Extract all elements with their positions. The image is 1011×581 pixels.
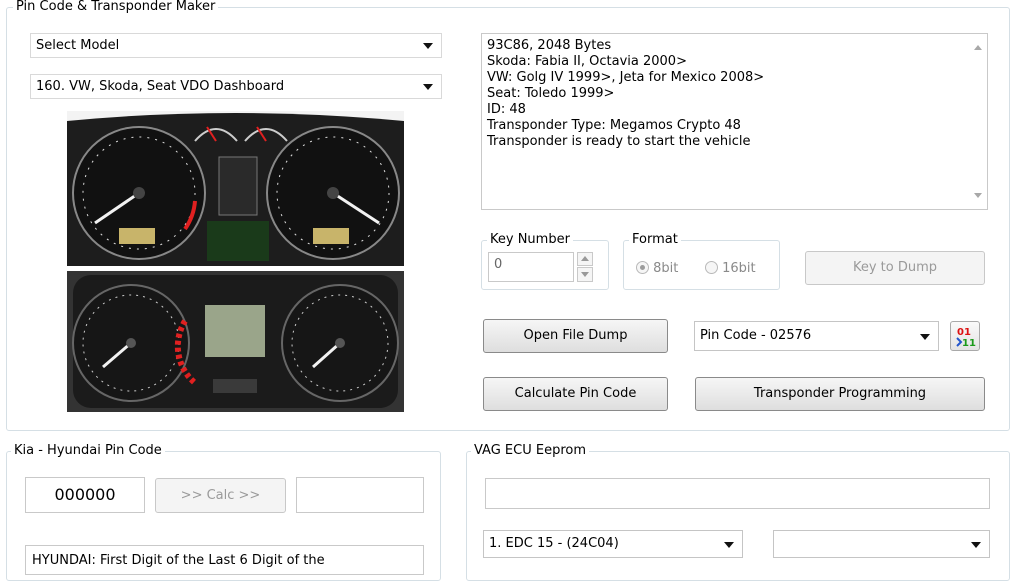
info-line: Transponder is ready to start the vehicl… bbox=[487, 134, 751, 149]
chevron-down-icon bbox=[920, 334, 930, 340]
key-to-dump-button[interactable]: Key to Dump bbox=[805, 251, 985, 285]
vag-ecu-model-dropdown[interactable]: 1. EDC 15 - (24C04) bbox=[483, 530, 743, 558]
open-file-dump-button[interactable]: Open File Dump bbox=[483, 319, 668, 353]
pin-transponder-title: Pin Code & Transponder Maker bbox=[13, 0, 219, 15]
dashboard-photo-bottom bbox=[67, 271, 404, 412]
memo-scrollbar[interactable] bbox=[969, 35, 986, 208]
info-line: Skoda: Fabia II, Octavia 2000> bbox=[487, 54, 687, 69]
dashboard-photo-top bbox=[67, 111, 404, 266]
kia-note-textarea[interactable]: HYUNDAI: First Digit of the Last 6 Digit… bbox=[25, 545, 424, 575]
binary-icon-top-text: 01 bbox=[957, 327, 971, 338]
calculate-pin-code-button[interactable]: Calculate Pin Code bbox=[483, 377, 668, 411]
vag-ecu-second-dropdown[interactable] bbox=[773, 530, 990, 558]
format-8bit-radio[interactable]: 8bit bbox=[636, 261, 678, 276]
kia-note-text: HYUNDAI: First Digit of the Last 6 Digit… bbox=[32, 553, 325, 568]
radio-unchecked-icon bbox=[705, 261, 718, 274]
binary-tool-button[interactable]: 01 11 bbox=[950, 321, 980, 351]
vag-ecu-title: VAG ECU Eeprom bbox=[471, 443, 590, 459]
format-8bit-label: 8bit bbox=[653, 261, 679, 276]
chevron-down-icon bbox=[724, 542, 734, 548]
vag-ecu-model-value: 1. EDC 15 - (24C04) bbox=[489, 536, 619, 551]
chevron-down-icon bbox=[423, 43, 433, 49]
radio-checked-icon bbox=[636, 261, 649, 274]
spin-down-icon bbox=[581, 272, 589, 277]
kia-calc-button[interactable]: >> Calc >> bbox=[155, 478, 286, 513]
kia-code-input[interactable]: 000000 bbox=[25, 477, 145, 513]
kia-result-input[interactable] bbox=[296, 477, 424, 513]
key-number-input[interactable]: 0 bbox=[488, 252, 574, 282]
key-number-label: Key Number bbox=[487, 232, 573, 248]
dashboard-model-dropdown[interactable]: 160. VW, Skoda, Seat VDO Dashboard bbox=[30, 74, 442, 99]
key-number-spin-up[interactable] bbox=[577, 252, 593, 266]
binary-icon-bottom-text: 11 bbox=[962, 338, 976, 349]
key-number-spin-down[interactable] bbox=[577, 267, 593, 282]
select-model-value: Select Model bbox=[36, 38, 120, 53]
chevron-down-icon bbox=[423, 84, 433, 90]
format-label: Format bbox=[629, 232, 681, 248]
scroll-down-icon[interactable] bbox=[974, 193, 982, 198]
key-number-value: 0 bbox=[494, 257, 503, 272]
kia-code-value: 000000 bbox=[54, 485, 116, 504]
info-line: ID: 48 bbox=[487, 102, 526, 117]
info-line: Seat: Toledo 1999> bbox=[487, 86, 615, 101]
chevron-down-icon bbox=[971, 542, 981, 548]
transponder-programming-button[interactable]: Transponder Programming bbox=[695, 377, 985, 411]
model-info-textarea[interactable]: 93C86, 2048 Bytes Skoda: Fabia II, Octav… bbox=[481, 33, 988, 210]
kia-hyundai-title: Kia - Hyundai Pin Code bbox=[11, 443, 165, 459]
dashboard-model-value: 160. VW, Skoda, Seat VDO Dashboard bbox=[36, 79, 285, 94]
info-line: VW: Golg IV 1999>, Jeta for Mexico 2008> bbox=[487, 70, 765, 85]
binary-convert-icon: 01 11 bbox=[956, 327, 976, 349]
pin-code-value: Pin Code - 02576 bbox=[700, 328, 812, 343]
vag-ecu-path-input[interactable] bbox=[485, 478, 990, 509]
select-model-dropdown[interactable]: Select Model bbox=[30, 33, 442, 58]
info-line: 93C86, 2048 Bytes bbox=[487, 38, 612, 53]
spin-up-icon bbox=[581, 256, 589, 261]
format-16bit-radio[interactable]: 16bit bbox=[705, 261, 756, 276]
format-16bit-label: 16bit bbox=[722, 261, 756, 276]
info-line: Transponder Type: Megamos Crypto 48 bbox=[487, 118, 741, 133]
scroll-up-icon[interactable] bbox=[974, 45, 982, 50]
pin-code-dropdown[interactable]: Pin Code - 02576 bbox=[694, 321, 939, 351]
